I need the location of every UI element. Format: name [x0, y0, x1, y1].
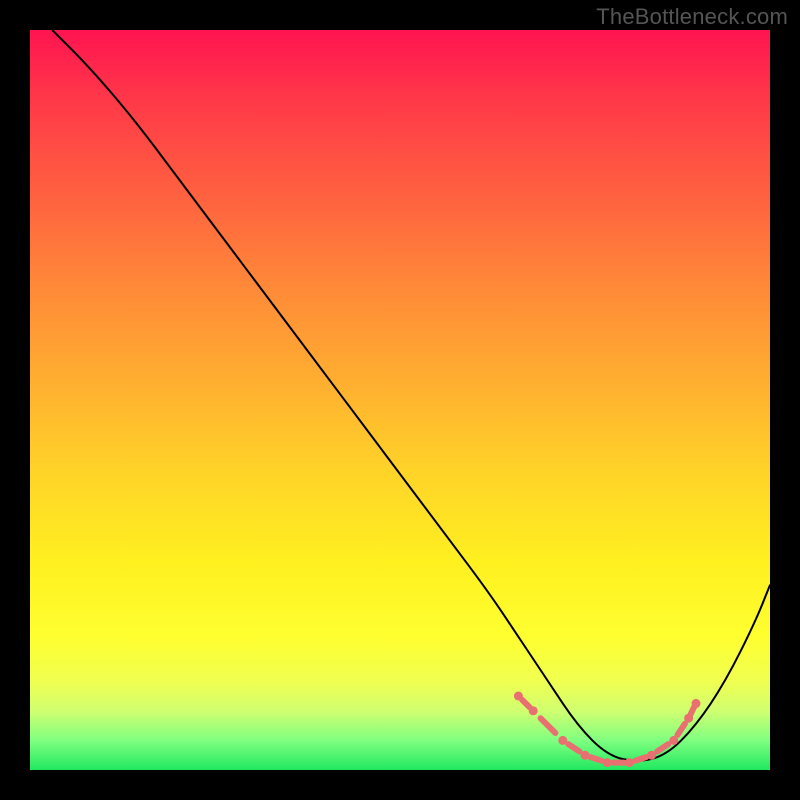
highlight-dot [692, 699, 701, 708]
watermark-text: TheBottleneck.com [596, 4, 788, 30]
highlight-dash [657, 744, 668, 751]
chart-svg [30, 30, 770, 770]
highlight-dash [541, 718, 556, 733]
highlight-dot [529, 706, 538, 715]
highlight-dash [591, 757, 602, 761]
bottleneck-curve [52, 30, 770, 761]
highlight-markers [514, 692, 701, 768]
highlight-dash [568, 744, 579, 751]
highlight-dash [691, 707, 695, 714]
highlight-dash [678, 724, 685, 735]
highlight-dash [635, 757, 646, 761]
highlight-dash [522, 700, 529, 707]
